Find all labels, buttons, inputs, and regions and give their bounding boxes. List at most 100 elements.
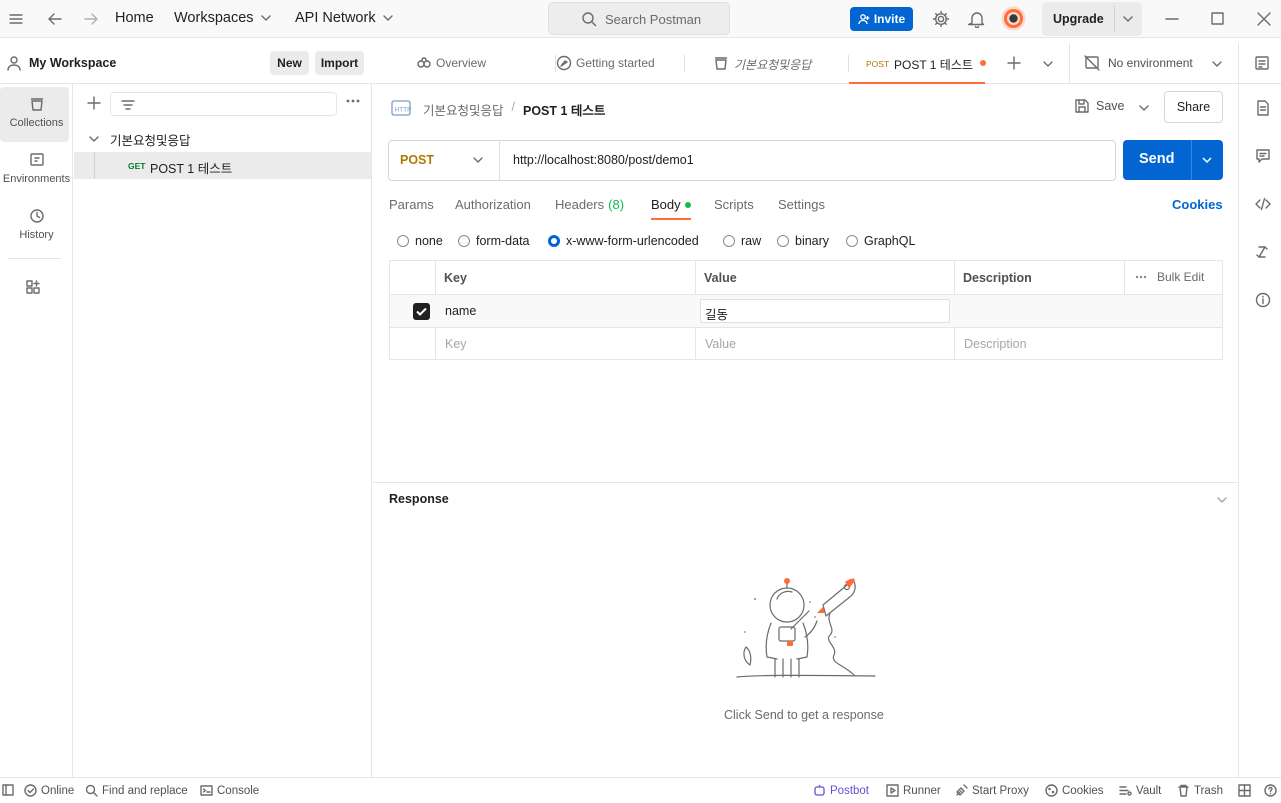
api-network-menu[interactable]: API Network bbox=[295, 10, 394, 26]
search-input[interactable]: Search Postman bbox=[548, 2, 730, 35]
bulk-edit-button[interactable]: Bulk Edit bbox=[1135, 270, 1204, 284]
tab-collection[interactable]: 기본요청및응답 bbox=[713, 43, 843, 84]
maximize-icon[interactable] bbox=[1210, 11, 1226, 27]
top-bar: Home Workspaces API Network Search Postm… bbox=[0, 0, 1281, 38]
new-button[interactable]: New bbox=[270, 51, 309, 75]
rail-collections[interactable]: Collections bbox=[0, 96, 73, 129]
postbot-button[interactable]: Postbot bbox=[813, 784, 869, 797]
notifications-bell-icon[interactable] bbox=[968, 10, 986, 28]
response-empty-text: Click Send to get a response bbox=[724, 708, 884, 722]
new-description-placeholder[interactable]: Description bbox=[964, 337, 1027, 351]
response-divider bbox=[373, 482, 1238, 483]
info-icon[interactable] bbox=[1255, 292, 1271, 308]
settings-gear-icon[interactable] bbox=[932, 10, 950, 28]
collection-icon bbox=[714, 57, 728, 70]
cookies-button[interactable]: Cookies bbox=[1045, 784, 1104, 797]
radio-raw-label: raw bbox=[741, 234, 762, 248]
upgrade-button[interactable]: Upgrade bbox=[1053, 12, 1104, 26]
radio-form-data[interactable]: form-data bbox=[458, 234, 530, 248]
radio-circle bbox=[777, 235, 789, 247]
row-value-input[interactable]: 길동 bbox=[700, 299, 950, 323]
tab-method-badge: POST bbox=[866, 59, 890, 69]
subtab-params[interactable]: Params bbox=[389, 197, 434, 212]
documentation-icon[interactable] bbox=[1255, 100, 1271, 116]
radio-graphql[interactable]: GraphQL bbox=[846, 234, 915, 248]
radio-form-data-label: form-data bbox=[476, 234, 530, 248]
start-proxy-button[interactable]: Start Proxy bbox=[955, 784, 1029, 797]
home-link[interactable]: Home bbox=[115, 10, 154, 26]
save-options-chevron-icon[interactable] bbox=[1138, 102, 1150, 114]
tab-post-request[interactable]: POST POST 1 테스트 bbox=[849, 43, 986, 84]
menu-icon[interactable] bbox=[8, 11, 24, 27]
configure-workbench-icon[interactable] bbox=[25, 279, 41, 295]
trash-label: Trash bbox=[1194, 784, 1223, 797]
online-status[interactable]: Online bbox=[24, 784, 74, 797]
breadcrumb: 기본요청및응답 / POST 1 테스트 bbox=[423, 100, 605, 119]
minimize-icon[interactable] bbox=[1164, 11, 1180, 27]
unsaved-dot bbox=[980, 60, 986, 66]
invite-button[interactable]: Invite bbox=[850, 7, 913, 31]
subtab-authorization[interactable]: Authorization bbox=[455, 197, 531, 212]
save-button[interactable]: Save bbox=[1074, 98, 1125, 114]
send-options-chevron-icon[interactable] bbox=[1201, 154, 1213, 166]
row-key[interactable]: name bbox=[445, 304, 476, 318]
forward-arrow-icon[interactable] bbox=[83, 11, 99, 27]
radio-none[interactable]: none bbox=[397, 234, 443, 248]
collapse-response-chevron-icon[interactable] bbox=[1216, 494, 1228, 506]
find-replace-button[interactable]: Find and replace bbox=[85, 784, 188, 797]
tree-guide bbox=[94, 152, 95, 179]
runner-button[interactable]: Runner bbox=[886, 784, 941, 797]
environment-quick-look-icon[interactable] bbox=[1254, 55, 1270, 71]
subtab-headers-count: (8) bbox=[608, 197, 625, 212]
method-select[interactable]: POST bbox=[389, 141, 499, 180]
close-window-icon[interactable] bbox=[1256, 11, 1272, 27]
subtab-body[interactable]: Body bbox=[651, 197, 691, 220]
back-arrow-icon[interactable] bbox=[47, 11, 63, 27]
tab-collection-label: 기본요청및응답 bbox=[734, 58, 812, 72]
row-checkbox[interactable] bbox=[413, 303, 430, 320]
code-icon[interactable] bbox=[1255, 196, 1271, 212]
radio-urlencoded[interactable]: x-www-form-urlencoded bbox=[548, 234, 699, 248]
tab-getting-started[interactable]: Getting started bbox=[556, 43, 686, 84]
breadcrumb-collection[interactable]: 기본요청및응답 bbox=[423, 100, 504, 119]
new-value-placeholder[interactable]: Value bbox=[705, 337, 736, 351]
url-input[interactable]: http://localhost:8080/post/demo1 bbox=[513, 153, 694, 167]
radio-raw[interactable]: raw bbox=[723, 234, 761, 248]
comments-icon[interactable] bbox=[1255, 148, 1271, 164]
vault-button[interactable]: Vault bbox=[1119, 784, 1161, 797]
cookies-link[interactable]: Cookies bbox=[1172, 197, 1223, 212]
new-key-placeholder[interactable]: Key bbox=[445, 337, 467, 351]
console-label: Console bbox=[217, 784, 260, 797]
environment-selector[interactable]: No environment bbox=[1070, 43, 1235, 84]
send-button[interactable]: Send bbox=[1139, 151, 1174, 167]
console-button[interactable]: Console bbox=[200, 784, 259, 797]
upgrade-chevron-icon[interactable] bbox=[1122, 13, 1134, 25]
collection-item[interactable]: 기본요청및응답 bbox=[74, 126, 372, 150]
share-button[interactable]: Share bbox=[1164, 91, 1223, 123]
rail-history[interactable]: History bbox=[0, 208, 73, 241]
subtab-headers[interactable]: Headers (8) bbox=[555, 197, 624, 212]
chevron-down-icon bbox=[473, 157, 483, 163]
divider bbox=[1191, 140, 1192, 180]
filter-input[interactable] bbox=[110, 92, 337, 116]
subtab-settings[interactable]: Settings bbox=[778, 197, 825, 212]
help-icon[interactable] bbox=[1264, 784, 1277, 797]
svg-text:HTTP: HTTP bbox=[395, 107, 412, 114]
import-button[interactable]: Import bbox=[315, 51, 364, 75]
toggle-sidebar-icon[interactable] bbox=[2, 784, 14, 796]
workspaces-menu[interactable]: Workspaces bbox=[174, 10, 272, 26]
avatar[interactable] bbox=[1001, 6, 1026, 31]
add-collection-icon[interactable] bbox=[87, 96, 101, 110]
radio-binary[interactable]: binary bbox=[777, 234, 829, 248]
rail-environments[interactable]: Environments bbox=[0, 152, 73, 185]
more-options-icon[interactable] bbox=[345, 98, 361, 104]
subtab-scripts[interactable]: Scripts bbox=[714, 197, 754, 212]
related-collections-icon[interactable] bbox=[1255, 244, 1271, 260]
new-tab-icon[interactable] bbox=[1007, 56, 1021, 70]
tab-overview[interactable]: Overview bbox=[403, 43, 553, 84]
layout-toggle-icon[interactable] bbox=[1238, 784, 1251, 797]
request-item[interactable]: GET POST 1 테스트 bbox=[74, 152, 371, 179]
breadcrumb-request[interactable]: POST 1 테스트 bbox=[523, 100, 605, 119]
tabs-menu-chevron-icon[interactable] bbox=[1042, 58, 1054, 70]
trash-button[interactable]: Trash bbox=[1177, 784, 1223, 797]
